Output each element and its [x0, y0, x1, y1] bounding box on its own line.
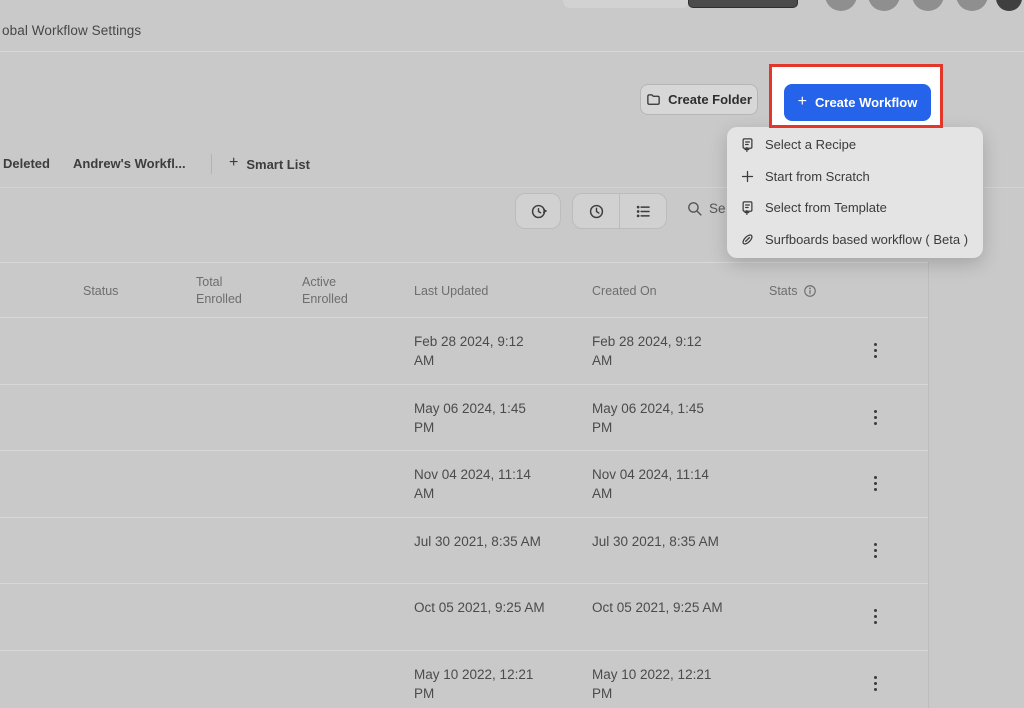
avatar[interactable]	[956, 0, 988, 11]
row-actions-kebab-icon[interactable]	[863, 337, 887, 365]
user-avatar[interactable]	[996, 0, 1022, 11]
created-on-cell: Jul 30 2021, 8:35 AM	[592, 533, 719, 549]
stats-label: Stats	[769, 283, 798, 298]
column-header-stats: Stats	[769, 263, 817, 319]
column-header-last-updated: Last Updated	[414, 283, 489, 298]
last-updated-cell: Oct 05 2021, 9:25 AM	[414, 600, 545, 615]
row-actions-kebab-icon[interactable]	[863, 403, 887, 431]
menu-item-select-recipe[interactable]: Select a Recipe	[727, 129, 983, 161]
create-workflow-label: Create Workflow	[815, 95, 918, 110]
create-workflow-button[interactable]: + Create Workflow	[784, 84, 931, 121]
created-on-cell: Oct 05 2021, 9:25 AM	[592, 600, 723, 615]
create-folder-label: Create Folder	[668, 92, 752, 107]
menu-item-start-from-scratch[interactable]: Start from Scratch	[727, 161, 983, 193]
plus-icon: +	[229, 154, 239, 171]
tab-deleted[interactable]: Deleted	[3, 156, 50, 171]
file-plus-icon	[740, 137, 755, 153]
row-actions-kebab-icon[interactable]	[863, 470, 887, 498]
menu-item-select-template[interactable]: Select from Template	[727, 192, 983, 224]
menu-item-label: Select a Recipe	[765, 137, 857, 153]
smart-list-label: Smart List	[246, 156, 310, 172]
row-actions-kebab-icon[interactable]	[863, 669, 887, 697]
topbar-pill	[563, 0, 689, 8]
table-row[interactable]: May 06 2024, 1:45 PM May 06 2024, 1:45 P…	[0, 385, 928, 451]
menu-item-label: Select from Template	[765, 200, 887, 216]
plus-icon: +	[797, 93, 807, 110]
search-input[interactable]: Se	[686, 200, 726, 217]
table-row[interactable]: Nov 04 2024, 11:14 AM Nov 04 2024, 11:14…	[0, 451, 928, 518]
avatar[interactable]	[825, 0, 857, 11]
table-right-border	[928, 262, 929, 708]
info-icon[interactable]	[803, 284, 817, 298]
table-row[interactable]: May 10 2022, 12:21 PM May 10 2022, 12:21…	[0, 651, 928, 708]
column-header-active-enrolled: Active Enrolled	[302, 275, 348, 306]
created-on-cell: May 10 2022, 12:21 PM	[592, 666, 712, 701]
row-actions-kebab-icon[interactable]	[863, 536, 887, 564]
list-view-button[interactable]	[620, 194, 666, 228]
table-header-row: Status Total Enrolled Active Enrolled La…	[0, 262, 928, 318]
table-body: Feb 28 2024, 9:12 AM Feb 28 2024, 9:12 A…	[0, 318, 928, 708]
table-row[interactable]: Jul 30 2021, 8:35 AM Jul 30 2021, 8:35 A…	[0, 518, 928, 584]
create-folder-button[interactable]: Create Folder	[640, 84, 758, 115]
avatar[interactable]	[912, 0, 944, 11]
avatar[interactable]	[868, 0, 900, 11]
column-header-created-on: Created On	[592, 283, 657, 298]
view-toggle-group	[572, 193, 667, 229]
search-text: Se	[709, 201, 726, 216]
column-header-status: Status	[83, 283, 119, 298]
last-updated-cell: Nov 04 2024, 11:14 AM	[414, 467, 531, 501]
created-on-cell: Nov 04 2024, 11:14 AM	[592, 467, 709, 501]
column-header-total-enrolled: Total Enrolled	[196, 275, 242, 306]
last-updated-cell: May 06 2024, 1:45 PM	[414, 400, 526, 435]
create-workflow-dropdown: Select a Recipe Start from Scratch Selec…	[727, 127, 983, 258]
menu-item-label: Surfboards based workflow ( Beta )	[765, 231, 969, 247]
surfboard-icon	[740, 232, 755, 247]
clock-icon	[587, 202, 606, 221]
list-icon	[634, 202, 653, 221]
file-plus-icon	[740, 200, 755, 216]
created-on-cell: May 06 2024, 1:45 PM	[592, 400, 704, 435]
tab-andrews-workflows[interactable]: Andrew's Workfl...	[73, 156, 186, 171]
tab-divider	[211, 154, 212, 174]
row-actions-kebab-icon[interactable]	[863, 603, 887, 631]
history-button[interactable]	[515, 193, 561, 229]
last-updated-cell: Jul 30 2021, 8:35 AM	[414, 533, 541, 549]
last-updated-cell: Feb 28 2024, 9:12 AM	[414, 334, 524, 368]
last-updated-cell: May 10 2022, 12:21 PM	[414, 666, 534, 701]
clock-view-button[interactable]	[573, 194, 619, 228]
table-row[interactable]: Feb 28 2024, 9:12 AM Feb 28 2024, 9:12 A…	[0, 318, 928, 385]
page-title: obal Workflow Settings	[2, 23, 142, 38]
menu-item-surfboards-workflow[interactable]: Surfboards based workflow ( Beta )	[727, 224, 983, 256]
red-highlight-box: + Create Workflow	[769, 64, 943, 128]
history-clock-icon	[529, 202, 548, 221]
header-divider	[0, 51, 1024, 52]
plus-icon	[740, 169, 755, 184]
smart-list-button[interactable]: + Smart List	[229, 154, 310, 172]
folder-icon	[646, 92, 661, 107]
table-row[interactable]: Oct 05 2021, 9:25 AM Oct 05 2021, 9:25 A…	[0, 584, 928, 651]
search-icon	[686, 200, 703, 217]
menu-item-label: Start from Scratch	[765, 168, 870, 184]
topbar-search-pill[interactable]	[688, 0, 798, 8]
workflow-settings-screen: obal Workflow Settings Create Folder + C…	[0, 0, 1024, 708]
created-on-cell: Feb 28 2024, 9:12 AM	[592, 334, 702, 368]
